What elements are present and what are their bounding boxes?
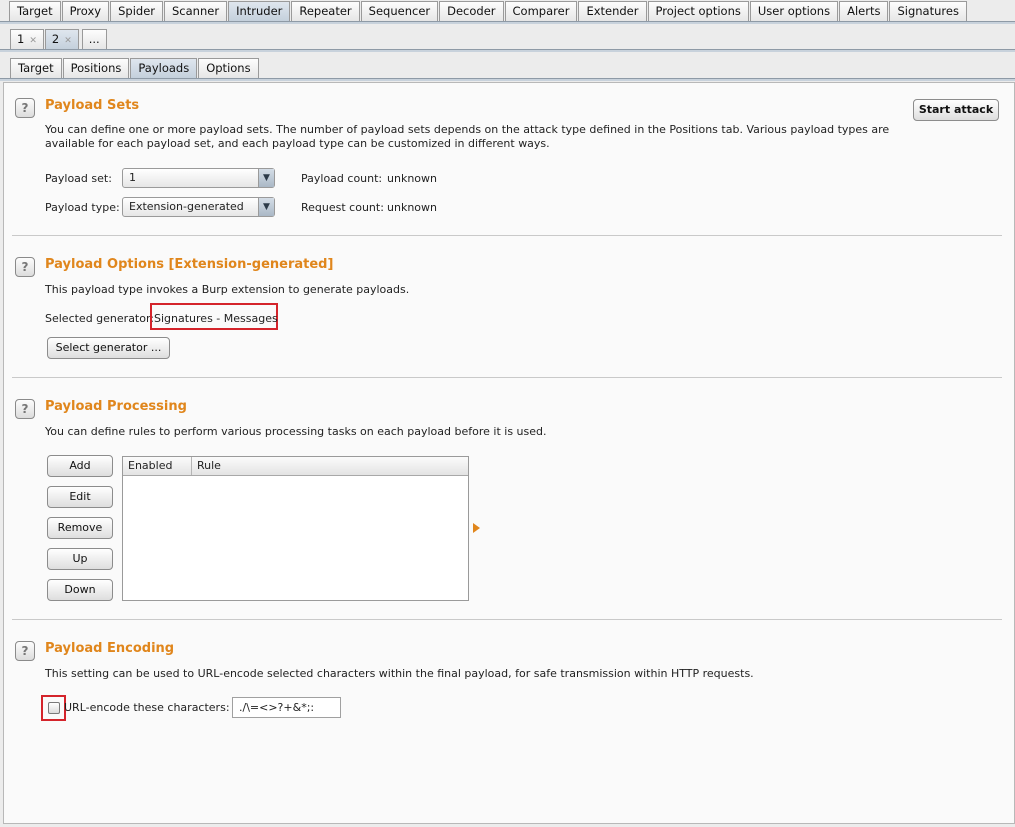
close-icon[interactable]: ✕ [29, 36, 37, 46]
instance-tab-bar: 1 ✕ 2 ✕ ... [10, 29, 108, 49]
payload-set-select[interactable]: 1 ▼ [122, 168, 275, 188]
payload-set-value: 1 [129, 171, 136, 184]
section-divider [12, 235, 1002, 236]
url-encode-checkbox[interactable] [48, 702, 60, 714]
tab-scanner[interactable]: Scanner [164, 1, 228, 21]
select-generator-button[interactable]: Select generator ... [47, 337, 170, 359]
tab-decoder[interactable]: Decoder [439, 1, 504, 21]
instance-tab-divider [0, 49, 1015, 52]
help-icon[interactable]: ? [15, 641, 35, 661]
payload-type-select[interactable]: Extension-generated ▼ [122, 197, 275, 217]
url-encode-label: URL-encode these characters: [64, 701, 230, 714]
column-header-rule[interactable]: Rule [192, 457, 468, 475]
dropdown-arrow-icon: ▼ [258, 169, 274, 187]
help-icon[interactable]: ? [15, 257, 35, 277]
main-tab-bar: Target Proxy Spider Scanner Intruder Rep… [9, 1, 968, 21]
instance-tab-label: 2 [51, 32, 60, 46]
subtab-positions[interactable]: Positions [62, 58, 130, 78]
payload-encoding-description: This setting can be used to URL-encode s… [45, 667, 754, 680]
payload-encoding-title: Payload Encoding [45, 641, 175, 656]
payload-sets-title: Payload Sets [45, 98, 140, 113]
edit-rule-button[interactable]: Edit [47, 486, 113, 508]
section-divider [12, 377, 1002, 378]
payload-options-description: This payload type invokes a Burp extensi… [45, 283, 410, 296]
payload-type-label: Payload type: [45, 201, 120, 214]
remove-rule-button[interactable]: Remove [47, 517, 113, 539]
section-divider [12, 619, 1002, 620]
payload-type-value: Extension-generated [129, 200, 244, 213]
tab-sequencer[interactable]: Sequencer [360, 1, 439, 21]
subtab-payloads[interactable]: Payloads [130, 58, 198, 78]
tab-user-options[interactable]: User options [749, 1, 839, 21]
payload-count-label: Payload count: [301, 172, 383, 185]
instance-tab-label: 1 [17, 32, 25, 46]
move-down-button[interactable]: Down [47, 579, 113, 601]
help-icon[interactable]: ? [15, 399, 35, 419]
tab-signatures[interactable]: Signatures [889, 1, 967, 21]
tab-target[interactable]: Target [9, 1, 61, 21]
payload-options-title: Payload Options [Extension-generated] [45, 257, 334, 272]
payload-set-label: Payload set: [45, 172, 112, 185]
request-count-label: Request count: [301, 201, 384, 214]
intruder-sub-tab-bar: Target Positions Payloads Options [10, 58, 260, 78]
url-encode-characters-input[interactable]: ./\=<>?+&*;: [232, 697, 341, 718]
dropdown-arrow-icon: ▼ [258, 198, 274, 216]
help-icon[interactable]: ? [15, 98, 35, 118]
new-tab-button[interactable]: ... [81, 29, 107, 49]
tab-extender[interactable]: Extender [578, 1, 647, 21]
main-tab-divider [0, 21, 1015, 24]
request-count-value: unknown [387, 201, 437, 214]
add-rule-button[interactable]: Add [47, 455, 113, 477]
column-header-enabled[interactable]: Enabled [123, 457, 192, 475]
tab-spider[interactable]: Spider [110, 1, 163, 21]
payloads-panel: ? Payload Sets Start attack You can defi… [3, 82, 1015, 824]
instance-tab-1[interactable]: 1 ✕ [10, 29, 44, 49]
expand-arrow-icon[interactable] [473, 523, 480, 533]
subtab-options[interactable]: Options [198, 58, 259, 78]
tab-comparer[interactable]: Comparer [504, 1, 578, 21]
tab-repeater[interactable]: Repeater [291, 1, 360, 21]
tab-intruder[interactable]: Intruder [228, 1, 291, 21]
move-up-button[interactable]: Up [47, 548, 113, 570]
instance-tab-2[interactable]: 2 ✕ [44, 29, 79, 49]
sub-tab-divider [0, 78, 1015, 81]
payload-processing-title: Payload Processing [45, 399, 187, 414]
close-icon[interactable]: ✕ [64, 36, 72, 46]
payload-processing-description: You can define rules to perform various … [45, 425, 547, 438]
start-attack-button[interactable]: Start attack [913, 99, 999, 121]
tab-alerts[interactable]: Alerts [839, 1, 889, 21]
processing-rules-table[interactable]: Enabled Rule [122, 456, 469, 601]
table-header: Enabled Rule [123, 457, 468, 476]
subtab-target[interactable]: Target [10, 58, 62, 78]
payload-count-value: unknown [387, 172, 437, 185]
selected-generator-label: Selected generator: [45, 312, 155, 325]
payload-sets-description: You can define one or more payload sets.… [45, 123, 890, 150]
tab-proxy[interactable]: Proxy [61, 1, 110, 21]
tab-project-options[interactable]: Project options [647, 1, 749, 21]
selected-generator-value: Signatures - Messages [154, 312, 278, 325]
